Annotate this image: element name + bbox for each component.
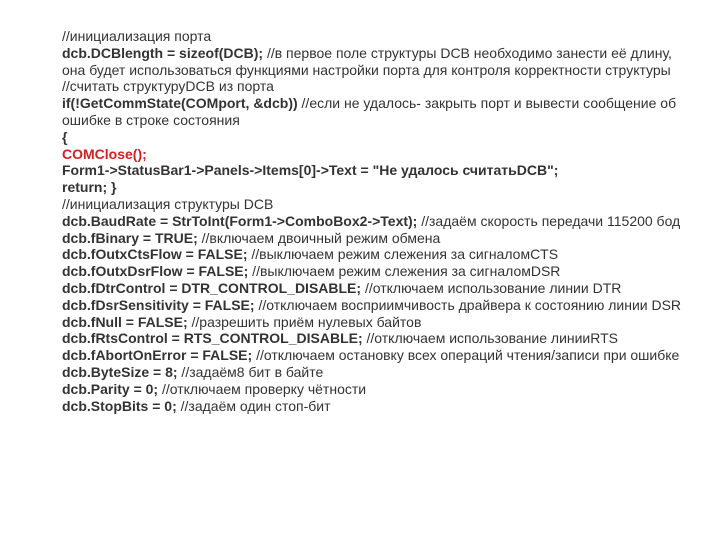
code-line: dcb.fRtsControl = RTS_CONTROL_DISABLE; /…: [62, 330, 684, 347]
code-line: return; }: [62, 179, 684, 196]
code-line: dcb.fNull = FALSE; //разрешить приём нул…: [62, 314, 684, 331]
code-segment: {: [62, 129, 67, 145]
code-line: dcb.fBinary = TRUE; //включаем двоичный …: [62, 230, 684, 247]
code-segment: if(!GetCommState(COMport, &dcb)): [62, 95, 298, 111]
code-segment: dcb.fRtsControl = RTS_CONTROL_DISABLE;: [62, 330, 363, 346]
code-segment: //инициализация порта: [62, 28, 211, 44]
code-line: dcb.BaudRate = StrToInt(Form1->ComboBox2…: [62, 213, 684, 230]
code-segment: //отключаем остановку всех операций чтен…: [252, 347, 679, 363]
code-line: dcb.fOutxDsrFlow = FALSE; //выключаем ре…: [62, 263, 684, 280]
code-segment: dcb.BaudRate = StrToInt(Form1->ComboBox2…: [62, 213, 417, 229]
code-line: dcb.DCBlength = sizeof(DCB); //в первое …: [62, 45, 684, 79]
code-segment: //разрешить приём нулевых байтов: [188, 314, 422, 330]
code-segment: dcb.StopBits = 0;: [62, 398, 177, 414]
code-segment: //задаём скорость передачи 115200 бод: [417, 213, 680, 229]
code-segment: dcb.fAbortOnError = FALSE;: [62, 347, 252, 363]
code-segment: dcb.Parity = 0;: [62, 381, 158, 397]
code-segment: dcb.fOutxCtsFlow = FALSE;: [62, 246, 248, 262]
code-segment: dcb.fDtrControl = DTR_CONTROL_DISABLE;: [62, 280, 361, 296]
code-line: {: [62, 129, 684, 146]
code-segment: //отключаем проверку чётности: [158, 381, 366, 397]
code-segment: //задаём8 бит в байте: [178, 364, 324, 380]
code-line: dcb.fDtrControl = DTR_CONTROL_DISABLE; /…: [62, 280, 684, 297]
code-line: //инициализация порта: [62, 28, 684, 45]
code-segment: dcb.fOutxDsrFlow = FALSE;: [62, 263, 248, 279]
code-segment: //отключаем восприимчивость драйвера к с…: [255, 297, 681, 313]
code-segment: //отключаем использование линииRTS: [363, 330, 618, 346]
code-segment: //включаем двоичный режим обмена: [198, 230, 441, 246]
code-segment: dcb.DCBlength = sizeof(DCB);: [62, 45, 263, 61]
code-line: dcb.fAbortOnError = FALSE; //отключаем о…: [62, 347, 684, 364]
code-line: Form1->StatusBar1->Panels->Items[0]->Tex…: [62, 162, 684, 179]
code-segment: return; }: [62, 179, 116, 195]
code-line: dcb.Parity = 0; //отключаем проверку чёт…: [62, 381, 684, 398]
code-line: dcb.ByteSize = 8; //задаём8 бит в байте: [62, 364, 684, 381]
code-segment: //выключаем режим слежения за сигналомDS…: [248, 263, 560, 279]
code-segment: //считать структуруDCB из порта: [62, 78, 274, 94]
code-line: COMClose();: [62, 146, 684, 163]
code-line: dcb.fDsrSensitivity = FALSE; //отключаем…: [62, 297, 684, 314]
code-segment: //отключаем использование линии DTR: [361, 280, 621, 296]
code-segment: //задаём один стоп-бит: [177, 398, 331, 414]
code-listing: //инициализация портаdcb.DCBlength = siz…: [0, 0, 720, 434]
code-segment: dcb.fNull = FALSE;: [62, 314, 188, 330]
code-line: //считать структуруDCB из порта: [62, 78, 684, 95]
code-segment: dcb.fDsrSensitivity = FALSE;: [62, 297, 255, 313]
code-segment: Form1->StatusBar1->Panels->Items[0]->Tex…: [62, 162, 558, 178]
code-segment: COMClose();: [62, 146, 147, 162]
code-line: //инициализация структуры DCB: [62, 196, 684, 213]
code-line: dcb.StopBits = 0; //задаём один стоп-бит: [62, 398, 684, 415]
code-line: if(!GetCommState(COMport, &dcb)) //если …: [62, 95, 684, 129]
code-segment: dcb.fBinary = TRUE;: [62, 230, 198, 246]
code-segment: dcb.ByteSize = 8;: [62, 364, 178, 380]
code-segment: //инициализация структуры DCB: [62, 196, 273, 212]
code-segment: //выключаем режим слежения за сигналомCT…: [248, 246, 559, 262]
code-line: dcb.fOutxCtsFlow = FALSE; //выключаем ре…: [62, 246, 684, 263]
